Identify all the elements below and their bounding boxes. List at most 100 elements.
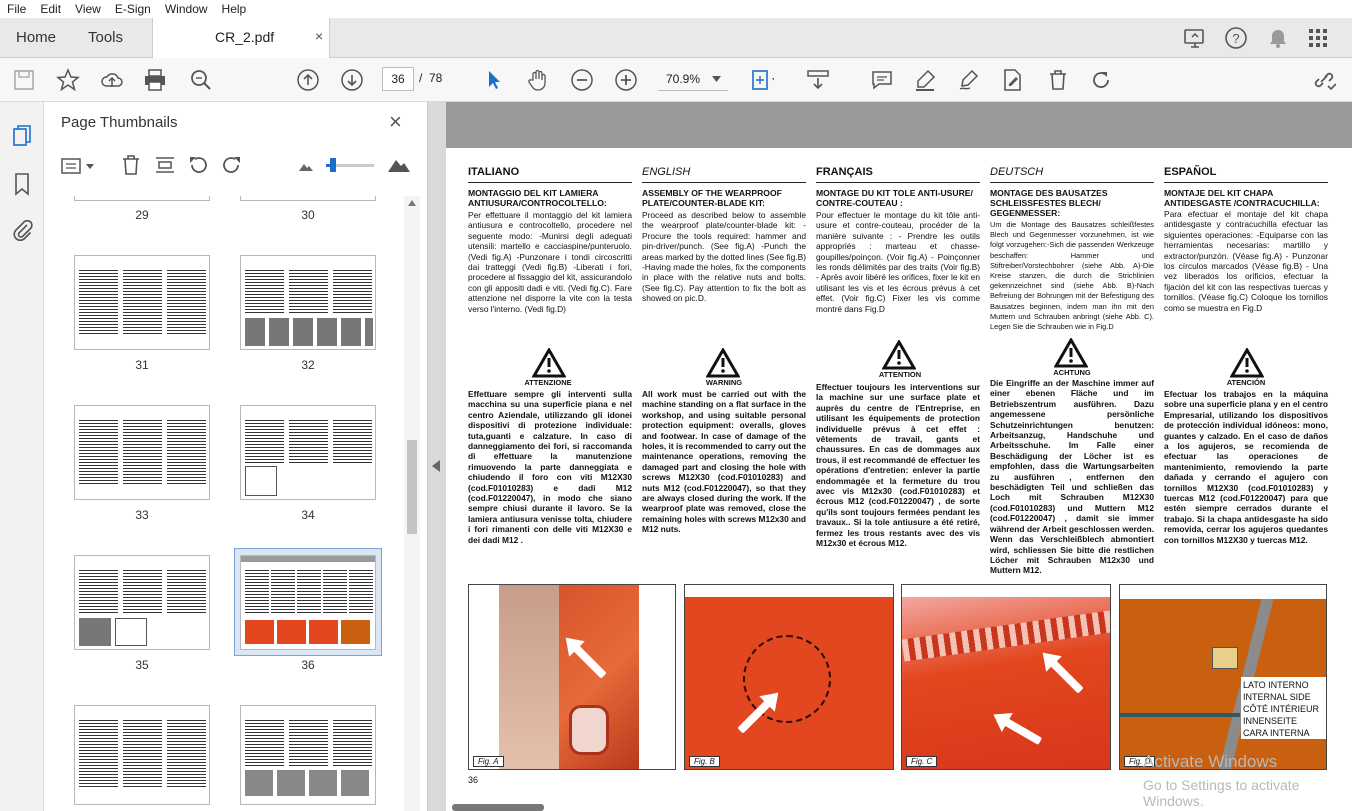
page-thumbnail[interactable] [240,705,376,805]
menu-file[interactable]: File [0,2,33,16]
share-link-icon[interactable] [1312,68,1336,92]
search-icon[interactable] [189,68,213,92]
extract-pages-icon[interactable] [154,154,176,176]
section-body: Um die Montage des Bausatzes schleißfest… [990,220,1154,332]
page-thumbnails-icon[interactable] [12,124,34,148]
scroll-up-icon[interactable] [408,200,416,206]
figure-label: Fig. C [906,756,938,767]
figure-d: LATO INTERNO INTERNAL SIDE CÔTÉ INTÉRIEU… [1119,584,1327,770]
bookmark-icon[interactable] [13,172,31,196]
label-line: CÔTÉ INTÉRIEUR [1243,704,1320,714]
comment-icon[interactable] [870,68,894,92]
delete-pages-icon[interactable] [120,154,142,176]
help-icon[interactable]: ? [1224,26,1248,50]
zoom-in-icon[interactable] [614,68,638,92]
page-separator: / [419,71,423,85]
bell-icon[interactable] [1267,27,1289,49]
warning-label: ATTENTION [878,370,922,379]
small-thumbnail-icon[interactable] [298,160,314,172]
page-thumbnail[interactable] [74,255,210,350]
section-subtitle: ASSEMBLY OF THE WEARPROOF PLATE/COUNTER-… [642,188,782,208]
thumbnail-options-icon[interactable] [61,156,97,176]
highlight-pen-icon[interactable] [913,68,937,92]
menu-edit[interactable]: Edit [33,2,68,16]
figure-a: Fig. A [468,584,676,770]
page-header-band [446,102,1352,148]
scroll-mode-icon[interactable] [806,68,830,92]
section-subtitle: MONTAGGIO DEL KIT LAMIERA ANTIUSURA/CONT… [468,188,607,208]
menu-help[interactable]: Help [215,2,254,16]
column-heading: ITALIANO [468,166,520,178]
print-icon[interactable] [143,68,167,92]
attachment-icon[interactable] [11,218,33,242]
share-screen-icon[interactable] [1183,27,1207,49]
thumbnails-panel: Page Thumbnails × 29 30 31 32 33 34 35 3… [44,102,428,811]
section-body: Pour effectuer le montage du kit tôle an… [816,210,980,314]
svg-text:?: ? [1232,31,1239,46]
menu-view[interactable]: View [68,2,108,16]
zoom-select[interactable]: 70.9% [658,67,728,91]
warning-triangle-icon [532,348,566,378]
pdf-page: ITALIANO MONTAGGIO DEL KIT LAMIERA ANTIU… [446,102,1352,811]
menu-bar: File Edit View E-Sign Window Help [0,0,1352,18]
column-rule [1164,182,1328,183]
page-label: 35 [135,658,149,672]
panel-title: Page Thumbnails [61,114,178,131]
document-view: ITALIANO MONTAGGIO DEL KIT LAMIERA ANTIU… [428,102,1352,811]
rotate-icon[interactable] [1089,68,1113,92]
upload-cloud-icon[interactable] [100,68,124,92]
sign-pen-icon[interactable] [957,68,981,92]
tab-home[interactable]: Home [16,18,56,58]
page-thumbnail[interactable] [74,196,210,201]
fit-page-icon[interactable] [750,68,774,92]
select-cursor-icon[interactable] [483,68,507,92]
warning-label: ATTENZIONE [524,378,572,387]
section-subtitle: MONTAJE DEL KIT CHAPA ANTIDESGASTE /CONT… [1164,188,1320,208]
rotate-right-icon[interactable] [221,154,243,176]
star-icon[interactable] [56,68,80,92]
hand-tool-icon[interactable] [526,68,550,92]
edit-document-icon[interactable] [1000,68,1024,92]
tab-document[interactable]: CR_2.pdf × [152,18,330,58]
warning-triangle-icon [706,348,740,378]
next-page-icon[interactable] [340,68,364,92]
label-line: INNENSEITE [1243,716,1298,726]
page-number-input[interactable]: 36 [382,67,414,91]
zoom-out-icon[interactable] [570,68,594,92]
tab-tools[interactable]: Tools [88,18,123,58]
warning-text: Efectuar los trabajos en la máquina sobr… [1164,389,1328,545]
section-body: Proceed as described below to assemble t… [642,210,806,304]
page-thumbnail-current[interactable] [240,555,376,650]
menu-esign[interactable]: E-Sign [108,2,158,16]
page-thumbnail[interactable] [74,555,210,650]
close-panel-icon[interactable]: × [389,109,402,135]
thumbnails-scrollbar[interactable] [404,196,420,811]
label-line: INTERNAL SIDE [1243,692,1311,702]
warning-triangle-icon [882,340,916,370]
collapse-panel-icon[interactable] [432,460,440,472]
delete-icon[interactable] [1046,68,1070,92]
column-heading: ESPAÑOL [1164,166,1217,178]
page-thumbnail[interactable] [74,705,210,805]
warning-text: Effectuer toujours les interventions sur… [816,382,980,549]
thumbnails-list: 29 30 31 32 33 34 35 36 [44,196,404,811]
thumbnail-size-slider[interactable] [326,158,374,172]
save-icon[interactable] [12,68,36,92]
scroll-thumb[interactable] [407,440,417,534]
menu-window[interactable]: Window [158,2,215,16]
section-subtitle: MONTAGE DES BAUSATZES SCHLEISSFESTES BLE… [990,188,1108,218]
apps-grid-icon[interactable] [1307,27,1329,49]
page-thumbnail[interactable] [240,255,376,350]
rotate-left-icon[interactable] [187,154,209,176]
previous-page-icon[interactable] [296,68,320,92]
page-thumbnail[interactable] [74,405,210,500]
photo-hand [499,585,559,769]
horizontal-scroll-thumb[interactable] [452,804,544,811]
column-rule [642,182,806,183]
close-tab-icon[interactable]: × [315,28,323,44]
page-thumbnail[interactable] [240,196,376,201]
large-thumbnail-icon[interactable] [387,155,411,173]
page-label: 32 [301,358,315,372]
label-line: LATO INTERNO [1243,680,1309,690]
page-thumbnail[interactable] [240,405,376,500]
